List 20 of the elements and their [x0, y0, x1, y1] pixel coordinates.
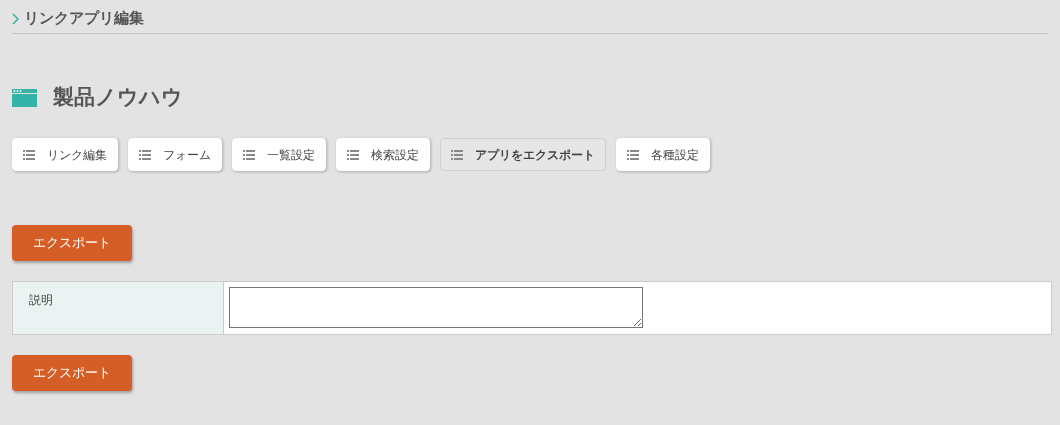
- tab[interactable]: 各種設定: [616, 138, 710, 171]
- chevron-icon: [12, 12, 20, 25]
- description-field[interactable]: [229, 287, 643, 328]
- field-label: 説明: [12, 281, 224, 335]
- export-button[interactable]: エクスポート: [12, 355, 132, 391]
- export-button[interactable]: エクスポート: [12, 225, 132, 261]
- tab[interactable]: リンク編集: [12, 138, 118, 171]
- list-icon: [627, 149, 639, 160]
- tab[interactable]: 検索設定: [336, 138, 430, 171]
- tab[interactable]: フォーム: [128, 138, 222, 171]
- app-title: 製品ノウハウ: [53, 84, 183, 112]
- app-window-icon: [12, 89, 37, 107]
- list-icon: [243, 149, 255, 160]
- tab[interactable]: アプリをエクスポート: [440, 138, 606, 171]
- tab[interactable]: 一覧設定: [232, 138, 326, 171]
- list-icon: [23, 149, 35, 160]
- list-icon: [451, 149, 463, 160]
- breadcrumb-title: リンクアプリ編集: [24, 8, 144, 30]
- list-icon: [139, 149, 151, 160]
- list-icon: [347, 149, 359, 160]
